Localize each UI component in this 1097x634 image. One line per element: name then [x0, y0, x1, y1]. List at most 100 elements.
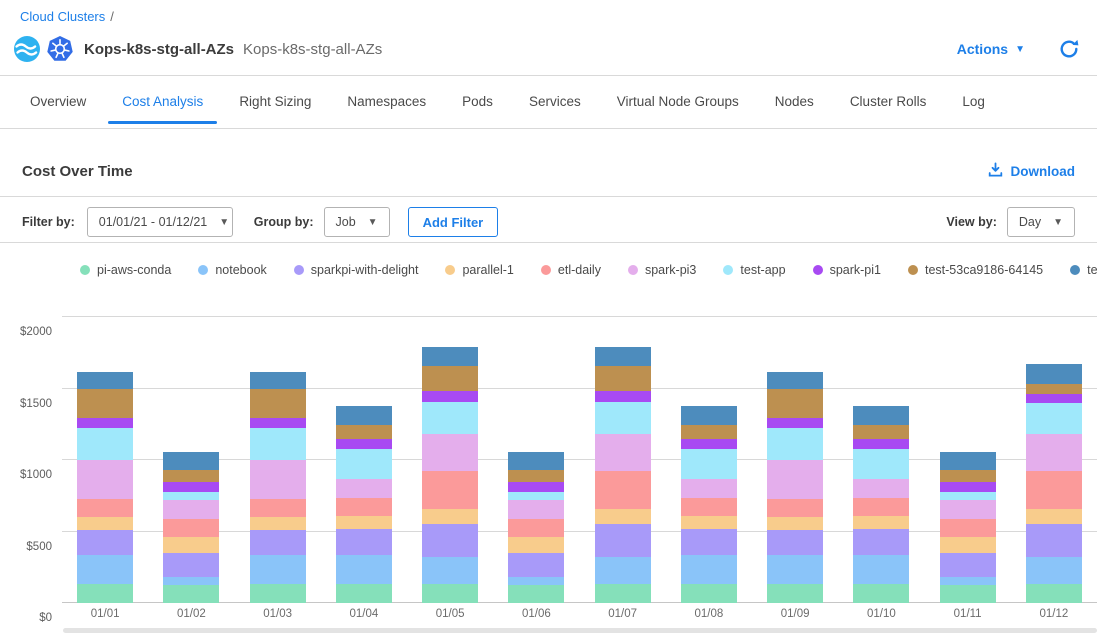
- bar-segment-parallel-1[interactable]: [595, 509, 651, 524]
- bar-segment-sparkpi-with-delight[interactable]: [422, 524, 478, 556]
- stacked-bar-01-01[interactable]: [77, 372, 133, 603]
- bar-segment-etl-daily[interactable]: [163, 519, 219, 538]
- bar-segment-parallel-1[interactable]: [940, 537, 996, 553]
- bar-segment-test-app[interactable]: [250, 428, 306, 460]
- bar-segment-parallel-1[interactable]: [508, 537, 564, 553]
- download-button[interactable]: Download: [988, 162, 1076, 180]
- legend-item-test-pkix[interactable]: test-pkix: [1070, 263, 1097, 277]
- bar-segment-notebook[interactable]: [77, 555, 133, 584]
- bar-segment-pi-aws-conda[interactable]: [422, 584, 478, 603]
- legend-item-spark-pi3[interactable]: spark-pi3: [628, 263, 696, 277]
- bar-segment-test-53ca9186-64145[interactable]: [163, 470, 219, 482]
- legend-item-notebook[interactable]: notebook: [198, 263, 266, 277]
- bar-segment-sparkpi-with-delight[interactable]: [508, 553, 564, 577]
- group-by-select[interactable]: Job ▼: [324, 207, 390, 237]
- bar-segment-test-app[interactable]: [336, 449, 392, 478]
- legend-item-etl-daily[interactable]: etl-daily: [541, 263, 601, 277]
- stacked-bar-01-07[interactable]: [595, 347, 651, 603]
- bar-segment-spark-pi3[interactable]: [336, 479, 392, 498]
- tab-right-sizing[interactable]: Right Sizing: [225, 91, 325, 124]
- stacked-bar-01-12[interactable]: [1026, 364, 1082, 603]
- bar-segment-test-app[interactable]: [1026, 403, 1082, 434]
- bar-segment-test-app[interactable]: [508, 492, 564, 500]
- bar-segment-etl-daily[interactable]: [250, 499, 306, 518]
- bar-segment-sparkpi-with-delight[interactable]: [853, 529, 909, 555]
- bar-segment-test-pkix[interactable]: [767, 372, 823, 389]
- bar-segment-spark-pi3[interactable]: [77, 460, 133, 499]
- bar-segment-sparkpi-with-delight[interactable]: [681, 529, 737, 555]
- bar-segment-etl-daily[interactable]: [77, 499, 133, 518]
- tab-nodes[interactable]: Nodes: [761, 91, 828, 124]
- bar-segment-pi-aws-conda[interactable]: [681, 584, 737, 603]
- bar-segment-sparkpi-with-delight[interactable]: [250, 530, 306, 555]
- bar-segment-notebook[interactable]: [595, 557, 651, 585]
- stacked-bar-01-05[interactable]: [422, 347, 478, 603]
- bar-segment-test-app[interactable]: [940, 492, 996, 500]
- bar-segment-test-53ca9186-64145[interactable]: [250, 389, 306, 418]
- legend-item-parallel-1[interactable]: parallel-1: [445, 263, 513, 277]
- bar-segment-sparkpi-with-delight[interactable]: [767, 530, 823, 555]
- refresh-icon[interactable]: [1059, 39, 1079, 59]
- tab-log[interactable]: Log: [948, 91, 999, 124]
- bar-segment-pi-aws-conda[interactable]: [853, 584, 909, 603]
- bar-segment-test-pkix[interactable]: [422, 347, 478, 366]
- tab-overview[interactable]: Overview: [16, 91, 100, 124]
- bar-segment-test-53ca9186-64145[interactable]: [422, 366, 478, 391]
- bar-segment-pi-aws-conda[interactable]: [508, 585, 564, 603]
- bar-segment-notebook[interactable]: [250, 555, 306, 584]
- bar-segment-parallel-1[interactable]: [1026, 509, 1082, 524]
- bar-segment-sparkpi-with-delight[interactable]: [595, 524, 651, 556]
- bar-segment-spark-pi3[interactable]: [595, 434, 651, 471]
- bar-segment-spark-pi3[interactable]: [250, 460, 306, 499]
- bar-segment-parallel-1[interactable]: [250, 517, 306, 530]
- bar-segment-spark-pi3[interactable]: [422, 434, 478, 471]
- bar-segment-parallel-1[interactable]: [336, 516, 392, 530]
- bar-segment-test-53ca9186-64145[interactable]: [767, 389, 823, 418]
- tab-services[interactable]: Services: [515, 91, 595, 124]
- bar-segment-notebook[interactable]: [853, 555, 909, 584]
- bar-segment-spark-pi1[interactable]: [77, 418, 133, 428]
- bar-segment-test-app[interactable]: [853, 449, 909, 478]
- bar-segment-spark-pi1[interactable]: [853, 439, 909, 449]
- bar-segment-test-pkix[interactable]: [336, 406, 392, 425]
- bar-segment-test-app[interactable]: [163, 492, 219, 500]
- bar-segment-test-app[interactable]: [422, 402, 478, 434]
- bar-segment-etl-daily[interactable]: [853, 498, 909, 516]
- bar-segment-spark-pi3[interactable]: [940, 500, 996, 519]
- bar-segment-notebook[interactable]: [336, 555, 392, 584]
- bar-segment-spark-pi1[interactable]: [940, 482, 996, 492]
- bar-segment-test-pkix[interactable]: [250, 372, 306, 389]
- bar-segment-pi-aws-conda[interactable]: [336, 584, 392, 603]
- bar-segment-etl-daily[interactable]: [681, 498, 737, 516]
- bar-segment-notebook[interactable]: [422, 557, 478, 585]
- tab-cluster-rolls[interactable]: Cluster Rolls: [836, 91, 941, 124]
- bar-segment-test-pkix[interactable]: [681, 406, 737, 425]
- bar-segment-test-pkix[interactable]: [508, 452, 564, 470]
- bar-segment-test-53ca9186-64145[interactable]: [336, 425, 392, 439]
- stacked-bar-01-10[interactable]: [853, 406, 909, 603]
- bar-segment-spark-pi3[interactable]: [767, 460, 823, 499]
- bar-segment-spark-pi1[interactable]: [681, 439, 737, 449]
- bar-segment-spark-pi3[interactable]: [163, 500, 219, 519]
- bar-segment-pi-aws-conda[interactable]: [940, 585, 996, 603]
- bar-segment-spark-pi3[interactable]: [681, 479, 737, 498]
- bar-segment-sparkpi-with-delight[interactable]: [336, 529, 392, 555]
- bar-segment-pi-aws-conda[interactable]: [767, 584, 823, 603]
- bar-segment-test-pkix[interactable]: [853, 406, 909, 425]
- bar-segment-test-pkix[interactable]: [595, 347, 651, 366]
- stacked-bar-01-08[interactable]: [681, 406, 737, 603]
- bar-segment-test-53ca9186-64145[interactable]: [940, 470, 996, 482]
- bar-segment-pi-aws-conda[interactable]: [595, 584, 651, 603]
- bar-segment-spark-pi3[interactable]: [1026, 434, 1082, 472]
- stacked-bar-01-04[interactable]: [336, 406, 392, 603]
- bar-segment-sparkpi-with-delight[interactable]: [163, 553, 219, 577]
- bar-segment-parallel-1[interactable]: [163, 537, 219, 553]
- view-by-select[interactable]: Day ▼: [1007, 207, 1075, 237]
- bar-segment-spark-pi1[interactable]: [767, 418, 823, 428]
- tab-virtual-node-groups[interactable]: Virtual Node Groups: [603, 91, 753, 124]
- add-filter-button[interactable]: Add Filter: [408, 207, 499, 237]
- bar-segment-pi-aws-conda[interactable]: [250, 584, 306, 603]
- bar-segment-test-53ca9186-64145[interactable]: [681, 425, 737, 439]
- legend-item-pi-aws-conda[interactable]: pi-aws-conda: [80, 263, 171, 277]
- bar-segment-pi-aws-conda[interactable]: [1026, 584, 1082, 603]
